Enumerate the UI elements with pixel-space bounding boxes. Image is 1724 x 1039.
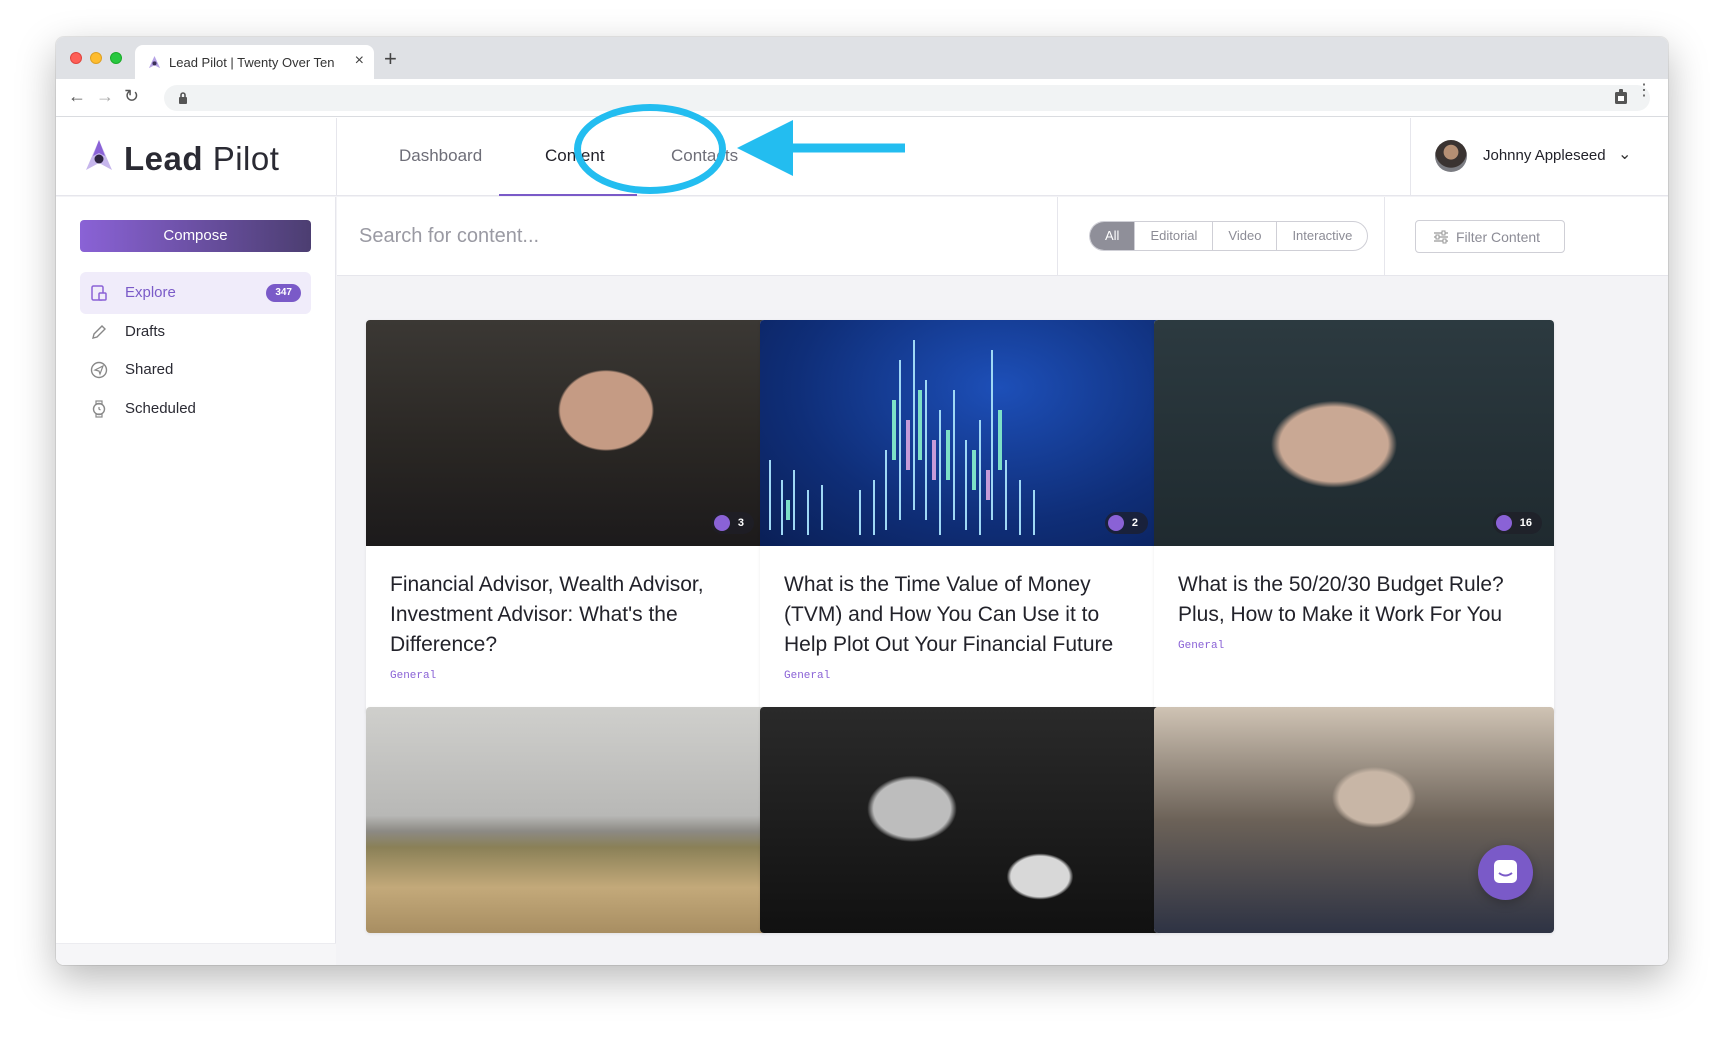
sidebar-item-drafts[interactable]: Drafts [80,311,311,353]
toolbar-divider [1384,197,1385,276]
segment-video[interactable]: Video [1212,222,1276,250]
sidebar-item-shared[interactable]: Shared [80,349,311,391]
back-arrow-icon[interactable]: ← [68,86,86,107]
compose-button[interactable]: Compose [80,220,311,252]
content-grid: 3 Financial Advisor, Wealth Advisor, Inv… [337,276,1668,965]
card-image-counting-money: 16 [1154,320,1554,546]
sliders-icon [1434,230,1448,244]
share-count: 3 [737,517,744,529]
sidebar-item-label: Drafts [125,323,166,340]
reload-icon[interactable]: ↻ [124,86,139,107]
sidebar-item-label: Explore [125,284,176,301]
card-title[interactable]: Financial Advisor, Wealth Advisor, Inves… [390,570,742,660]
content-card[interactable] [760,707,1160,933]
sidebar-item-scheduled[interactable]: Scheduled [80,388,311,430]
watch-icon [92,400,106,418]
content-card[interactable] [366,707,766,933]
content-card[interactable]: 3 Financial Advisor, Wealth Advisor, Inv… [366,320,766,714]
share-count-badge: 3 [710,512,754,534]
segment-editorial[interactable]: Editorial [1134,222,1212,250]
lock-icon [179,92,187,104]
search-input[interactable] [359,219,999,253]
browser-menu-icon[interactable]: ⋮ [1636,83,1652,99]
filter-content-button[interactable]: Filter Content [1415,220,1565,253]
chat-launcher-button[interactable] [1478,845,1533,900]
lead-pilot-logo[interactable]: Lead Pilot [84,138,304,178]
browser-window: Lead Pilot | Twenty Over Ten × + ← → ↻ ⋮ [56,37,1668,965]
segment-all[interactable]: All [1090,222,1135,250]
lead-pilot-favicon-icon [148,56,161,69]
sidebar-item-label: Shared [125,361,174,378]
nav-tab-dashboard[interactable]: Dashboard [399,146,482,166]
browser-toolbar: ← → ↻ ⋮ [56,79,1668,117]
close-window-button[interactable] [70,52,82,64]
tab-strip: Lead Pilot | Twenty Over Ten × + [56,37,1668,79]
browser-tab[interactable]: Lead Pilot | Twenty Over Ten × [135,45,374,79]
toolbar-divider [1057,197,1058,276]
share-count-badge: 2 [1104,512,1148,534]
maximize-window-button[interactable] [110,52,122,64]
annotation-arrow-icon [737,120,905,176]
filter-button-label: Filter Content [1456,229,1541,245]
share-count-badge: 16 [1492,512,1542,534]
address-bar[interactable] [164,85,1650,111]
card-image-man-in-suit: 3 [366,320,766,546]
segment-interactive[interactable]: Interactive [1276,222,1367,250]
card-image-elderly-women [760,707,1160,933]
sidebar-footer [56,943,336,965]
sidebar-item-explore[interactable]: Explore 347 [80,272,311,314]
share-icon [1495,515,1512,531]
share-icon [713,515,730,531]
active-tab-underline [499,194,637,196]
header-divider [336,118,337,196]
card-category-tag: General [1178,640,1225,652]
user-divider [1410,118,1411,196]
minimize-window-button[interactable] [90,52,102,64]
avatar[interactable] [1435,140,1467,172]
share-count: 16 [1519,517,1532,529]
explore-icon [91,285,107,301]
card-title[interactable]: What is the Time Value of Money (TVM) an… [784,570,1136,660]
sidebar: Compose Explore 347 Drafts Shared Schedu… [56,197,336,965]
forward-arrow-icon[interactable]: → [96,86,114,107]
content-toolbar: All Editorial Video Interactive Filter C… [337,197,1668,276]
share-count: 2 [1131,517,1138,529]
candlestick-graphic [769,340,1035,535]
card-image-stock-chart: 2 [760,320,1160,546]
new-tab-button[interactable]: + [384,46,397,72]
card-category-tag: General [784,670,831,682]
app-root: Lead Pilot Dashboard Content Contacts Jo… [56,118,1668,965]
content-type-segmented-control: All Editorial Video Interactive [1089,221,1369,251]
card-image-desert-man [366,707,766,933]
send-icon [90,361,108,379]
share-icon [1107,515,1124,531]
card-category-tag: General [390,670,437,682]
rocket-logo-icon [86,140,112,170]
pencil-icon [92,325,106,339]
explore-count-badge: 347 [266,284,301,302]
content-card[interactable]: 2 What is the Time Value of Money (TVM) … [760,320,1160,714]
close-tab-icon[interactable]: × [355,52,364,70]
chat-icon [1494,860,1517,883]
user-name[interactable]: Johnny Appleseed [1483,147,1606,164]
tab-title: Lead Pilot | Twenty Over Ten [169,55,335,70]
chevron-down-icon[interactable]: ⌄ [1618,144,1631,164]
annotation-circle [574,104,726,194]
card-title[interactable]: What is the 50/20/30 Budget Rule? Plus, … [1178,570,1530,630]
logo-wordmark: Lead Pilot [124,140,280,177]
sidebar-item-label: Scheduled [125,400,196,417]
content-card[interactable]: 16 What is the 50/20/30 Budget Rule? Plu… [1154,320,1554,714]
extension-icon[interactable] [1614,89,1628,105]
